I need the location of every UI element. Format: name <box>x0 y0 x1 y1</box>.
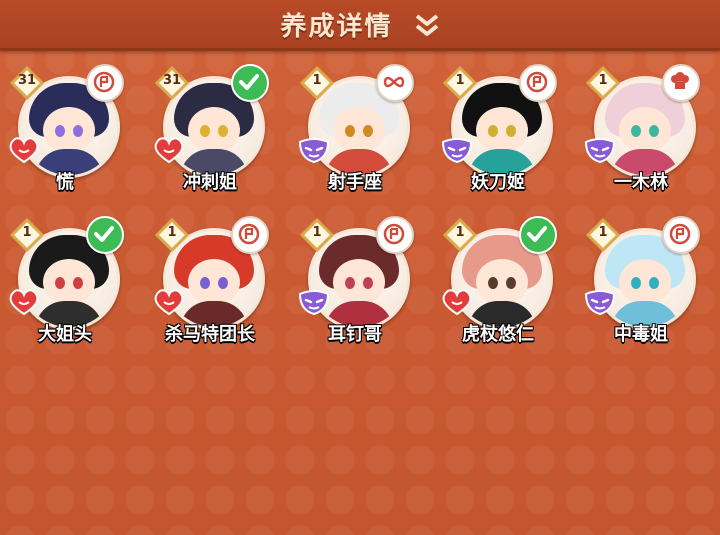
character-name: 耳钉哥 <box>328 324 382 345</box>
character-card[interactable]: 1 射手座 <box>290 64 420 204</box>
level-text: 1 <box>598 73 608 88</box>
character-card[interactable]: 1 妖刀姬 <box>433 64 563 204</box>
character-name: 一木林 <box>614 172 668 193</box>
scroll-icon[interactable] <box>662 216 700 254</box>
character-name: 妖刀姬 <box>471 172 525 193</box>
level-text: 1 <box>312 73 322 88</box>
character-card[interactable]: 31 冲刺姐 <box>145 64 275 204</box>
heart-emblem-icon <box>153 136 185 164</box>
scroll-icon[interactable] <box>231 216 269 254</box>
level-text: 31 <box>162 73 182 88</box>
heart-emblem-icon <box>153 288 185 316</box>
character-card[interactable]: 1 杀马特团长 <box>145 216 275 356</box>
character-card[interactable]: 1 中毒姐 <box>576 216 706 356</box>
character-name: 射手座 <box>328 172 382 193</box>
level-badge: 1 <box>586 218 620 252</box>
level-badge: 31 <box>10 66 44 100</box>
scroll-icon[interactable] <box>86 64 124 102</box>
check-icon[interactable] <box>519 216 557 254</box>
mask-emblem-icon <box>584 288 616 316</box>
level-badge: 31 <box>155 66 189 100</box>
mask-emblem-icon <box>298 288 330 316</box>
level-badge: 1 <box>443 218 477 252</box>
level-badge: 1 <box>155 218 189 252</box>
heart-emblem-icon <box>8 288 40 316</box>
level-text: 1 <box>167 225 177 240</box>
level-badge: 1 <box>443 66 477 100</box>
level-text: 1 <box>22 225 32 240</box>
character-card[interactable]: 1 耳钉哥 <box>290 216 420 356</box>
mask-emblem-icon <box>441 136 473 164</box>
character-name: 杀马特团长 <box>165 324 255 345</box>
scroll-icon[interactable] <box>519 64 557 102</box>
panel-header: 养成详情 <box>0 0 720 51</box>
mask-emblem-icon <box>584 136 616 164</box>
level-badge: 1 <box>300 66 334 100</box>
character-name: 虎杖悠仁 <box>462 324 534 345</box>
header-title-wrap[interactable]: 养成详情 <box>0 6 720 43</box>
heart-emblem-icon <box>441 288 473 316</box>
panel-title: 养成详情 <box>280 12 393 42</box>
level-badge: 1 <box>586 66 620 100</box>
level-text: 1 <box>598 225 608 240</box>
character-name: 中毒姐 <box>614 324 668 345</box>
character-grid: 31 慌 31 冲刺姐 1 射手座 1 妖刀姬 1 一木林 1 大姐头 1 杀马特团长 1 耳钉哥 1 虎杖悠仁 1… <box>0 64 720 364</box>
level-text: 1 <box>312 225 322 240</box>
character-card[interactable]: 1 一木林 <box>576 64 706 204</box>
level-text: 1 <box>455 73 465 88</box>
mask-emblem-icon <box>298 136 330 164</box>
level-text: 1 <box>455 225 465 240</box>
character-name: 慌 <box>56 172 74 193</box>
infinity-icon[interactable] <box>376 64 414 102</box>
character-card[interactable]: 1 虎杖悠仁 <box>433 216 563 356</box>
scroll-icon[interactable] <box>376 216 414 254</box>
character-name: 冲刺姐 <box>183 172 237 193</box>
development-panel: 养成详情 31 慌 31 冲刺姐 1 射手座 1 妖刀姬 1 一木林 1 大姐头 1 杀马特团长 1 耳钉哥 1… <box>0 0 720 535</box>
double-chevron-down-icon[interactable] <box>414 12 440 38</box>
check-icon[interactable] <box>231 64 269 102</box>
level-text: 31 <box>17 73 37 88</box>
heart-emblem-icon <box>8 136 40 164</box>
level-badge: 1 <box>10 218 44 252</box>
level-badge: 1 <box>300 218 334 252</box>
character-card[interactable]: 31 慌 <box>0 64 130 204</box>
check-icon[interactable] <box>86 216 124 254</box>
character-name: 大姐头 <box>38 324 92 345</box>
chef-hat-icon[interactable] <box>662 64 700 102</box>
character-card[interactable]: 1 大姐头 <box>0 216 130 356</box>
